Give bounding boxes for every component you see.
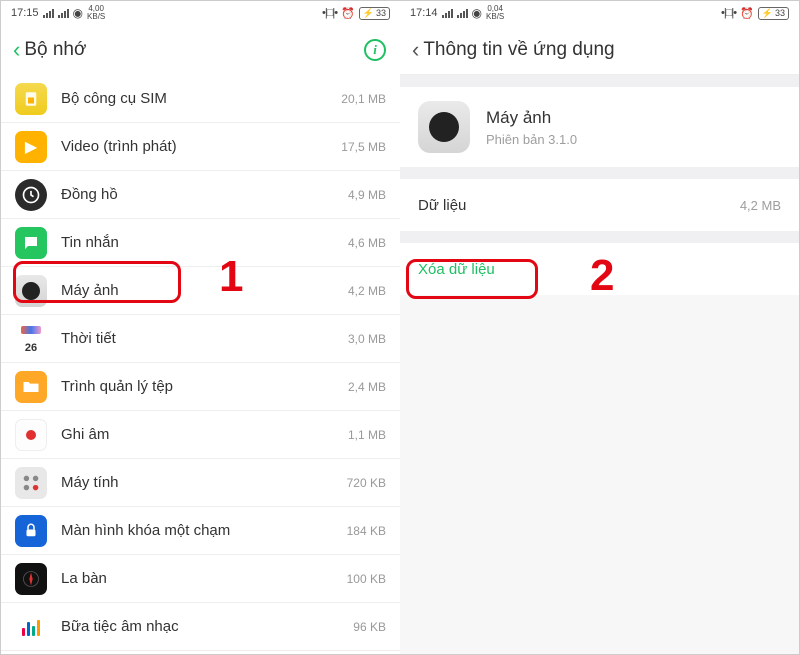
- compass-icon: [15, 563, 47, 595]
- app-name: Bữa tiệc âm nhạc: [61, 618, 353, 635]
- app-row-lock[interactable]: Màn hình khóa một chạm184 KB: [1, 507, 400, 555]
- vibrate-icon: •|□|•: [322, 7, 337, 19]
- sim-icon: [15, 83, 47, 115]
- wifi-icon: ◉: [472, 6, 482, 20]
- signal-icon: [43, 8, 54, 18]
- app-row-video[interactable]: ▶ Video (trình phát)17,5 MB: [1, 123, 400, 171]
- clock-icon: [15, 179, 47, 211]
- app-name: La bàn: [61, 570, 347, 587]
- app-row-camera[interactable]: Máy ảnh4,2 MB: [1, 267, 400, 315]
- app-row-compass[interactable]: La bàn100 KB: [1, 555, 400, 603]
- annotation-step-2: 2: [590, 251, 614, 301]
- data-usage-row[interactable]: Dữ liệu 4,2 MB: [400, 179, 799, 231]
- camera-icon: [418, 101, 470, 153]
- status-time: 17:14: [410, 7, 438, 19]
- app-row-folder[interactable]: Trình quản lý tệp2,4 MB: [1, 363, 400, 411]
- app-name: Máy ảnh: [61, 282, 348, 299]
- net-speed: 0,04 KB/S: [486, 5, 504, 21]
- app-size: 3,0 MB: [348, 332, 386, 346]
- section-gap: [400, 167, 799, 179]
- signal-icon: [442, 8, 453, 18]
- msg-icon: [15, 227, 47, 259]
- app-name: Màn hình khóa một chạm: [61, 522, 347, 539]
- app-size: 4,6 MB: [348, 236, 386, 250]
- app-size: 100 KB: [347, 572, 386, 586]
- app-size: 720 KB: [347, 476, 386, 490]
- camera-icon: [15, 275, 47, 307]
- app-size: 20,1 MB: [341, 92, 386, 106]
- data-label: Dữ liệu: [418, 197, 466, 214]
- battery-indicator: ⚡33: [359, 7, 390, 20]
- app-name: Trình quản lý tệp: [61, 378, 348, 395]
- section-gap: [400, 231, 799, 243]
- page-header: ‹ Bộ nhớ i: [1, 25, 400, 75]
- app-name: Thời tiết: [61, 330, 348, 347]
- signal-icon-2: [58, 8, 69, 18]
- app-name: Tin nhắn: [61, 234, 348, 251]
- app-row-sim[interactable]: Bộ công cụ SIM20,1 MB: [1, 75, 400, 123]
- app-size: 1,1 MB: [348, 428, 386, 442]
- app-info-card: Máy ảnh Phiên bản 3.1.0: [400, 87, 799, 167]
- battery-indicator: ⚡33: [758, 7, 789, 20]
- status-bar: 17:14 ◉ 0,04 KB/S •|□|• ⏰ ⚡33: [400, 1, 799, 25]
- app-row-rec[interactable]: Ghi âm1,1 MB: [1, 411, 400, 459]
- app-name: Máy tính: [61, 474, 347, 491]
- lock-icon: [15, 515, 47, 547]
- app-row-msg[interactable]: Tin nhắn4,6 MB: [1, 219, 400, 267]
- page-title: Bộ nhớ: [24, 39, 86, 61]
- annotation-step-1: 1: [219, 252, 243, 302]
- vibrate-icon: •|□|•: [721, 7, 736, 19]
- data-value: 4,2 MB: [740, 198, 781, 213]
- app-size: 184 KB: [347, 524, 386, 538]
- wifi-icon: ◉: [73, 6, 83, 20]
- status-time: 17:15: [11, 7, 39, 19]
- net-speed: 4,00 KB/S: [87, 5, 105, 21]
- app-size: 2,4 MB: [348, 380, 386, 394]
- clear-data-label: Xóa dữ liệu: [418, 261, 495, 278]
- section-gap: [400, 75, 799, 87]
- app-name: Video (trình phát): [61, 138, 341, 155]
- app-size: 4,2 MB: [348, 284, 386, 298]
- phone-right-appinfo: 17:14 ◉ 0,04 KB/S •|□|• ⏰ ⚡33 ‹ Thông ti…: [400, 1, 799, 654]
- app-row-clock[interactable]: Đồng hồ4,9 MB: [1, 171, 400, 219]
- calc-icon: [15, 467, 47, 499]
- app-info-version: Phiên bản 3.1.0: [486, 132, 577, 147]
- app-row-calc[interactable]: Máy tính720 KB: [1, 459, 400, 507]
- video-icon: ▶: [15, 131, 47, 163]
- app-name: Bộ công cụ SIM: [61, 90, 341, 107]
- app-size: 17,5 MB: [341, 140, 386, 154]
- alarm-icon: ⏰: [740, 7, 754, 20]
- music-icon: [15, 611, 47, 643]
- page-header: ‹ Thông tin về ứng dụng: [400, 25, 799, 75]
- app-info-name: Máy ảnh: [486, 108, 577, 128]
- info-icon[interactable]: i: [364, 39, 386, 61]
- phone-left-storage: 17:15 ◉ 4,00 KB/S •|□|• ⏰ ⚡33 ‹ Bộ nhớ i…: [1, 1, 400, 654]
- alarm-icon: ⏰: [341, 7, 355, 20]
- app-list[interactable]: Bộ công cụ SIM20,1 MB ▶ Video (trình phát)…: [1, 75, 400, 654]
- app-size: 4,9 MB: [348, 188, 386, 202]
- rec-icon: [15, 419, 47, 451]
- app-name: Ghi âm: [61, 426, 348, 443]
- page-title: Thông tin về ứng dụng: [423, 39, 614, 61]
- app-name: Đồng hồ: [61, 186, 348, 203]
- app-row-weather[interactable]: 26 Thời tiết3,0 MB: [1, 315, 400, 363]
- back-icon[interactable]: ‹: [13, 37, 20, 63]
- folder-icon: [15, 371, 47, 403]
- app-row-music[interactable]: Bữa tiệc âm nhạc96 KB: [1, 603, 400, 651]
- signal-icon-2: [457, 8, 468, 18]
- back-icon[interactable]: ‹: [412, 37, 419, 63]
- weather-icon: 26: [15, 323, 47, 355]
- status-bar: 17:15 ◉ 4,00 KB/S •|□|• ⏰ ⚡33: [1, 1, 400, 25]
- app-size: 96 KB: [353, 620, 386, 634]
